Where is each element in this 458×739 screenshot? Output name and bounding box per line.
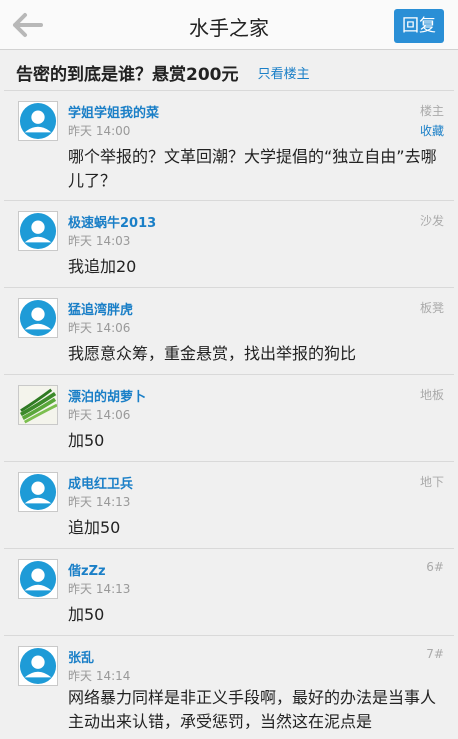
post-content: 加50 (68, 431, 105, 450)
post-item: 学姐学姐我的菜 昨天 14:00 楼主 收藏 哪个举报的？文革回潮？大学提倡的“… (4, 90, 454, 201)
post-item: 张乱 昨天 14:14 7# 网络暴力同样是非正义手段啊，最好的办法是当事人主动… (4, 635, 454, 739)
floor-label: 沙发 (419, 214, 444, 228)
post-author[interactable]: 极速蜗牛2013 (68, 212, 156, 231)
post-time: 昨天 14:14 (68, 669, 131, 683)
post-item: 成电红卫兵 昨天 14:13 地下 追加50 (4, 461, 454, 549)
thread-title: 告密的到底是谁？悬赏200元 (16, 65, 239, 85)
floor-label: 6# (426, 560, 444, 574)
floor-label: 板凳 (419, 301, 444, 315)
default-avatar-icon (19, 102, 57, 140)
floor-label: 地板 (419, 388, 444, 402)
post-author[interactable]: 张乱 (68, 647, 94, 666)
avatar[interactable] (18, 472, 58, 512)
post-content: 追加50 (68, 518, 121, 537)
avatar[interactable] (18, 385, 58, 425)
floor-label: 楼主 (419, 104, 444, 118)
post-item: 猛追湾胖虎 昨天 14:06 板凳 我愿意众筹，重金悬赏，找出举报的狗比 (4, 287, 454, 375)
post-time: 昨天 14:13 (68, 495, 131, 509)
floor-label: 地下 (419, 475, 444, 489)
avatar[interactable] (18, 298, 58, 338)
default-avatar-icon (19, 299, 57, 337)
post-time: 昨天 14:13 (68, 582, 131, 596)
post-author[interactable]: 偕zZz (68, 560, 106, 579)
avatar[interactable] (18, 101, 58, 141)
floor-label: 7# (426, 647, 444, 661)
default-avatar-icon (19, 560, 57, 598)
post-time: 昨天 14:06 (68, 408, 131, 422)
thread-header: 告密的到底是谁？悬赏200元 只看楼主 (16, 60, 310, 90)
post-content: 网络暴力同样是非正义手段啊，最好的办法是当事人主动出来认错，承受惩罚，当然这在泥… (68, 688, 437, 731)
post-author[interactable]: 漂泊的胡萝卜 (68, 386, 146, 405)
post-item: 漂泊的胡萝卜 昨天 14:06 地板 加50 (4, 374, 454, 462)
default-avatar-icon (19, 647, 57, 685)
avatar[interactable] (18, 211, 58, 251)
post-content: 我追加20 (68, 257, 137, 276)
avatar[interactable] (18, 646, 58, 686)
post-content: 加50 (68, 605, 105, 624)
vegetable-avatar-icon (19, 386, 57, 424)
default-avatar-icon (19, 473, 57, 511)
default-avatar-icon (19, 212, 57, 250)
post-time: 昨天 14:00 (68, 124, 131, 138)
post-time: 昨天 14:03 (68, 234, 131, 248)
post-item: 极速蜗牛2013 昨天 14:03 沙发 我追加20 (4, 200, 454, 288)
post-author[interactable]: 猛追湾胖虎 (68, 299, 133, 318)
post-author[interactable]: 学姐学姐我的菜 (68, 102, 159, 121)
post-author[interactable]: 成电红卫兵 (68, 473, 133, 492)
post-content: 我愿意众筹，重金悬赏，找出举报的狗比 (68, 344, 357, 363)
post-time: 昨天 14:06 (68, 321, 131, 335)
post-item: 偕zZz 昨天 14:13 6# 加50 (4, 548, 454, 636)
favorite-link[interactable]: 收藏 (420, 122, 444, 139)
top-bar: 水手之家 回复 (0, 0, 458, 50)
page-title: 水手之家 (189, 16, 269, 40)
only-op-link[interactable]: 只看楼主 (258, 67, 310, 82)
post-content: 哪个举报的？文革回潮？大学提倡的“独立自由”去哪儿了？ (68, 147, 437, 190)
reply-button[interactable]: 回复 (394, 9, 444, 43)
avatar[interactable] (18, 559, 58, 599)
